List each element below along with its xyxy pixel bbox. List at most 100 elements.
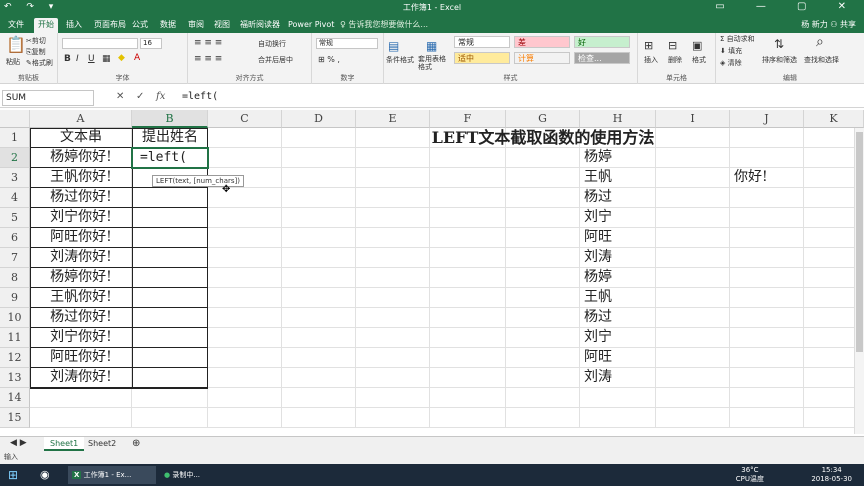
tell-me-box[interactable]: ♀ 告诉我您想要做什么... <box>340 19 428 30</box>
clear-button[interactable]: ◈ 清除 <box>720 58 742 68</box>
format-painter-button[interactable]: ✎格式刷 <box>26 58 53 68</box>
add-sheet-icon[interactable]: ⊕ <box>126 437 146 451</box>
font-size-combo[interactable]: 16 <box>140 38 162 49</box>
column-header-g[interactable]: G <box>506 110 580 128</box>
paste-button[interactable]: 粘贴 <box>6 57 20 67</box>
paste-icon[interactable]: 📋 <box>6 35 26 54</box>
sheet-tab-sheet2[interactable]: Sheet2 <box>82 437 122 451</box>
row-header-5[interactable]: 5 <box>0 208 30 228</box>
column-header-e[interactable]: E <box>356 110 430 128</box>
select-all-corner[interactable] <box>0 110 30 128</box>
row-header-11[interactable]: 11 <box>0 328 30 348</box>
cell-j3[interactable]: 你好! <box>734 168 804 188</box>
font-color-icon[interactable]: A <box>134 53 140 63</box>
cell-h5[interactable]: 刘宁 <box>584 208 654 228</box>
row-header-4[interactable]: 4 <box>0 188 30 208</box>
cell-h7[interactable]: 刘涛 <box>584 248 654 268</box>
align-left-icon[interactable]: ≡ ≡ ≡ <box>194 54 222 64</box>
cell-a2[interactable]: 杨婷你好! <box>30 148 132 168</box>
copy-button[interactable]: ⎘复制 <box>26 47 46 57</box>
conditional-format-button[interactable]: 条件格式 <box>386 55 414 65</box>
system-clock[interactable]: 15:34 2018-05-30 <box>811 466 852 484</box>
wrap-text-button[interactable]: 自动换行 <box>258 39 286 49</box>
formula-input[interactable]: =left( <box>178 90 858 106</box>
cell-a12[interactable]: 阿旺你好! <box>30 348 132 368</box>
cell-h10[interactable]: 杨过 <box>584 308 654 328</box>
row-header-13[interactable]: 13 <box>0 368 30 388</box>
cell-h8[interactable]: 杨婷 <box>584 268 654 288</box>
style-neutral[interactable]: 适中 <box>454 52 510 64</box>
cancel-icon[interactable]: ✕ <box>116 91 124 102</box>
cell-h11[interactable]: 刘宁 <box>584 328 654 348</box>
column-header-c[interactable]: C <box>208 110 282 128</box>
row-header-6[interactable]: 6 <box>0 228 30 248</box>
row-header-10[interactable]: 10 <box>0 308 30 328</box>
insert-function-icon[interactable]: fx <box>156 91 165 102</box>
tab-view[interactable]: 视图 <box>210 18 234 33</box>
delete-cells-button[interactable]: 删除 <box>668 55 682 65</box>
name-box[interactable]: SUM <box>2 90 94 106</box>
cell-a9[interactable]: 王帆你好! <box>30 288 132 308</box>
cell-b1[interactable]: 提出姓名 <box>132 128 208 148</box>
tab-home[interactable]: 开始 <box>34 18 58 33</box>
tab-page-layout[interactable]: 页面布局 <box>90 18 130 33</box>
sheet-heading-e1[interactable]: LEFT文本截取函数的使用方法 <box>356 128 730 148</box>
row-header-3[interactable]: 3 <box>0 168 30 188</box>
column-header-d[interactable]: D <box>282 110 356 128</box>
app-icon[interactable]: ◉ <box>36 466 50 484</box>
column-header-i[interactable]: I <box>656 110 730 128</box>
row-header-15[interactable]: 15 <box>0 408 30 428</box>
worksheet-grid[interactable]: A B C D E F G H I J K 1 2 3 4 5 6 7 8 9 … <box>0 110 864 436</box>
format-cells-icon[interactable]: ▣ <box>692 39 702 52</box>
fill-button[interactable]: ⬇ 填充 <box>720 46 742 56</box>
taskbar-recording[interactable]: ● 录制中... <box>160 466 230 484</box>
row-header-8[interactable]: 8 <box>0 268 30 288</box>
start-button-icon[interactable]: ⊞ <box>4 466 18 484</box>
cell-a7[interactable]: 刘涛你好! <box>30 248 132 268</box>
cell-a10[interactable]: 杨过你好! <box>30 308 132 328</box>
align-top-icon[interactable]: ≡ ≡ ≡ <box>194 38 222 48</box>
autosum-button[interactable]: Σ 自动求和 <box>720 34 755 44</box>
enter-icon[interactable]: ✓ <box>136 91 144 102</box>
percent-icon[interactable]: ⊞ % , <box>318 55 340 64</box>
number-format-combo[interactable]: 常规 <box>316 38 378 49</box>
cell-h12[interactable]: 阿旺 <box>584 348 654 368</box>
insert-cells-button[interactable]: 插入 <box>644 55 658 65</box>
cell-a4[interactable]: 杨过你好! <box>30 188 132 208</box>
sort-filter-button[interactable]: 排序和筛选 <box>762 55 797 65</box>
format-table-button[interactable]: 套用表格格式 <box>418 55 448 71</box>
cell-a11[interactable]: 刘宁你好! <box>30 328 132 348</box>
tab-review[interactable]: 审阅 <box>184 18 208 33</box>
border-icon[interactable]: ▦ <box>102 54 111 64</box>
cut-button[interactable]: ✂剪切 <box>26 36 46 46</box>
sort-filter-icon[interactable]: ⇅ <box>774 37 784 51</box>
column-header-h[interactable]: H <box>580 110 656 128</box>
column-header-f[interactable]: F <box>430 110 506 128</box>
taskbar-excel[interactable]: X 工作簿1 - Ex... <box>68 466 156 484</box>
row-header-9[interactable]: 9 <box>0 288 30 308</box>
conditional-format-icon[interactable]: ▤ <box>388 39 399 53</box>
column-header-a[interactable]: A <box>30 110 132 128</box>
window-controls[interactable]: ▭ — ▢ ✕ <box>715 1 860 12</box>
find-select-button[interactable]: 查找和选择 <box>804 55 839 65</box>
cell-h6[interactable]: 阿旺 <box>584 228 654 248</box>
format-cells-button[interactable]: 格式 <box>692 55 706 65</box>
tab-power-pivot[interactable]: Power Pivot <box>284 18 338 33</box>
format-table-icon[interactable]: ▦ <box>426 39 437 53</box>
cell-a5[interactable]: 刘宁你好! <box>30 208 132 228</box>
tab-foxit[interactable]: 福昕阅读器 <box>236 18 284 33</box>
cell-h4[interactable]: 杨过 <box>584 188 654 208</box>
cell-h13[interactable]: 刘涛 <box>584 368 654 388</box>
italic-button[interactable]: I <box>76 54 79 64</box>
row-header-1[interactable]: 1 <box>0 128 30 148</box>
row-header-2[interactable]: 2 <box>0 148 30 168</box>
cell-h9[interactable]: 王帆 <box>584 288 654 308</box>
cell-h3[interactable]: 王帆 <box>584 168 654 188</box>
cell-a6[interactable]: 阿旺你好! <box>30 228 132 248</box>
tab-formulas[interactable]: 公式 <box>128 18 152 33</box>
user-share[interactable]: 杨 新力 ⚇ 共享 <box>801 19 856 30</box>
tab-data[interactable]: 数据 <box>156 18 180 33</box>
row-header-14[interactable]: 14 <box>0 388 30 408</box>
scroll-thumb[interactable] <box>856 132 863 352</box>
cell-a8[interactable]: 杨婷你好! <box>30 268 132 288</box>
